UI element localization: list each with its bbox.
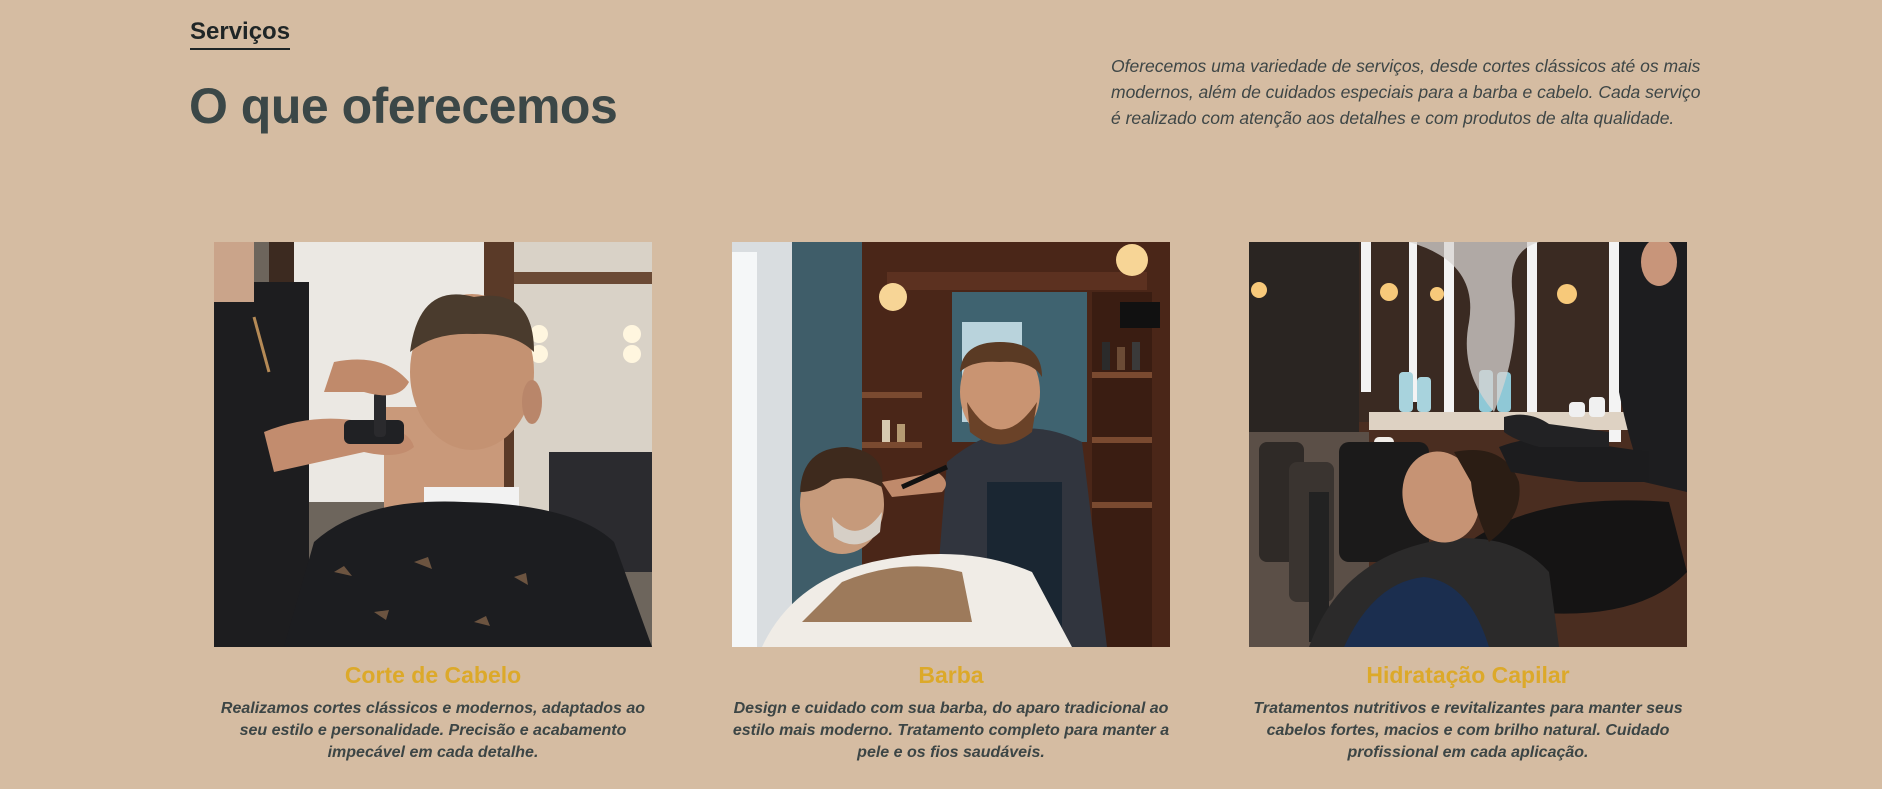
services-grid: Corte de Cabelo Realizamos cortes clássi… (0, 242, 1882, 789)
page-title: O que oferecemos (189, 78, 618, 134)
service-title-beard: Barba (918, 662, 984, 688)
service-title-haircut: Corte de Cabelo (344, 662, 522, 688)
beard-trim-photo (732, 242, 1170, 647)
service-card-beard: Barba Design e cuidado com sua barba, do… (732, 242, 1170, 764)
intro-text: Oferecemos uma variedade de serviços, de… (1111, 56, 1701, 128)
hair-hydration-photo (1249, 242, 1687, 647)
service-title-hydration: Hidratação Capilar (1366, 662, 1570, 688)
service-card-hydration: Hidratação Capilar Tratamentos nutritivo… (1249, 242, 1687, 764)
service-card-haircut: Corte de Cabelo Realizamos cortes clássi… (214, 242, 652, 764)
service-description-beard: Design e cuidado com sua barba, do aparo… (732, 700, 1170, 761)
service-description-hydration: Tratamentos nutritivos e revitalizantes … (1253, 700, 1683, 761)
service-description-haircut: Realizamos cortes clássicos e modernos, … (220, 700, 646, 761)
section-label: Serviços (190, 18, 291, 50)
haircut-photo (214, 242, 652, 647)
